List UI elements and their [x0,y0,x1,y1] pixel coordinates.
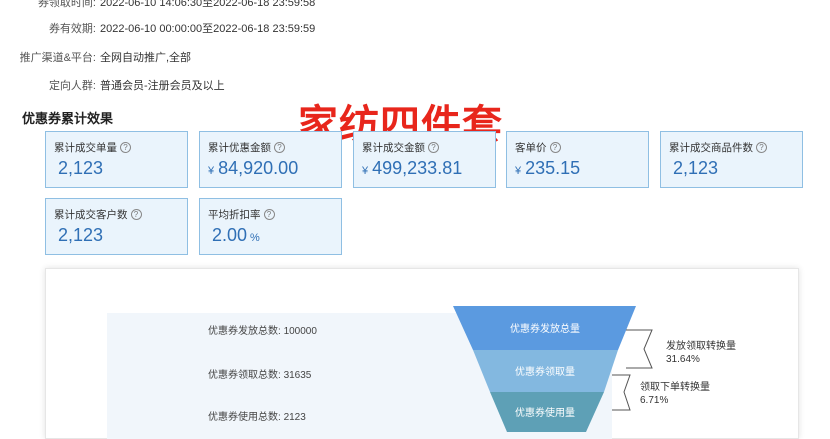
funnel-stage-label: 优惠券使用量 [515,406,575,419]
conversion-bracket [612,374,631,411]
funnel-diagram: 优惠券发放总量 优惠券领取量 优惠券使用量 [453,306,653,432]
conversion-bracket [626,329,653,369]
conversion-value: 6.71% [640,395,669,406]
conversion-label: 发放领取转换量 [666,341,736,352]
funnel-stage-label: 优惠券领取量 [515,365,575,378]
conversion-value: 31.64% [666,354,700,365]
conversion-label: 领取下单转换量 [640,382,710,393]
conversion-claimed-to-ordered: 领取下单转换量 6.71% [640,381,710,407]
conversion-issued-to-claimed: 发放领取转换量 31.64% [666,340,736,366]
funnel-stage-label: 优惠券发放总量 [510,322,580,335]
